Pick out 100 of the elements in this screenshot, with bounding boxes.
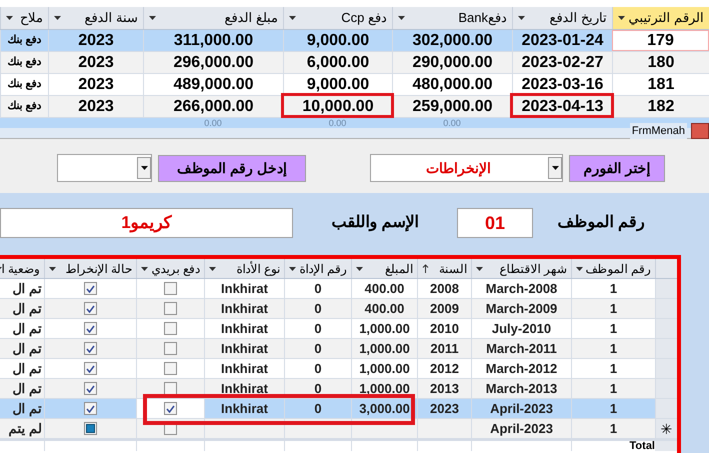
dropdown-arrow-icon[interactable] bbox=[6, 16, 13, 20]
checkbox[interactable] bbox=[84, 302, 97, 315]
table-cell-text: تم ال bbox=[11, 320, 43, 338]
table-cell-text: 3,000.00 bbox=[359, 400, 410, 418]
checkbox[interactable] bbox=[164, 362, 177, 375]
column-header[interactable]: رقم الإداة bbox=[284, 259, 351, 278]
table-cell-text: 0 bbox=[314, 300, 322, 318]
checkbox[interactable] bbox=[164, 402, 177, 415]
table-cell-text: لم يتم bbox=[7, 420, 43, 438]
table-cell-text: April-2023 bbox=[490, 420, 553, 438]
checkbox[interactable] bbox=[164, 282, 177, 295]
table-cell-text: 0 bbox=[314, 280, 322, 298]
dropdown-arrow-icon[interactable] bbox=[140, 166, 148, 170]
dropdown-arrow-icon[interactable] bbox=[476, 266, 483, 270]
table-cell-text: 1 bbox=[610, 360, 618, 378]
new-record-marker: ✳ bbox=[660, 422, 672, 436]
checkbox[interactable] bbox=[84, 382, 97, 395]
full-name-label: الإسم واللقب bbox=[330, 213, 420, 234]
table-cell-text: 266,000.00 bbox=[173, 96, 254, 116]
table-cell-text: Inkhirat bbox=[221, 320, 268, 338]
checkbox[interactable] bbox=[84, 402, 97, 415]
checkbox[interactable] bbox=[84, 342, 97, 355]
checkbox[interactable] bbox=[84, 282, 97, 295]
dropdown-field[interactable]: الإنخراطات bbox=[370, 154, 563, 182]
column-header[interactable]: دفعBank bbox=[392, 7, 512, 29]
table-cell-text: 290,000.00 bbox=[412, 52, 493, 72]
column-header[interactable]: شهر الاقتطاع bbox=[471, 259, 571, 278]
dropdown-arrow-icon[interactable] bbox=[518, 16, 525, 20]
checkbox[interactable] bbox=[84, 422, 97, 435]
table-cell-text: March-2009 bbox=[486, 300, 558, 318]
column-header[interactable]: سنة الدفع bbox=[48, 7, 143, 29]
table-cell-text: 2013 bbox=[430, 380, 459, 398]
total-label: Total bbox=[630, 441, 655, 452]
table-cell-text: 2023 bbox=[78, 96, 114, 116]
table-cell-text: Inkhirat bbox=[221, 400, 268, 418]
dropdown-arrow-icon[interactable] bbox=[356, 266, 363, 270]
full-name-field[interactable]: كريمو1 bbox=[0, 208, 293, 238]
table-cell-text: 1,000.00 bbox=[359, 320, 410, 338]
column-header[interactable]: المبلغ bbox=[351, 259, 417, 278]
table-cell-text: April-2023 bbox=[490, 400, 553, 418]
column-header[interactable]: دفع Ccp bbox=[283, 7, 392, 29]
table-cell-text: 182 bbox=[648, 96, 674, 116]
dropdown-field[interactable] bbox=[57, 154, 152, 182]
dropdown-arrow-icon[interactable] bbox=[552, 166, 558, 170]
dropdown-arrow-icon[interactable] bbox=[141, 266, 148, 270]
checkbox[interactable] bbox=[84, 322, 97, 335]
column-header[interactable]: حالة الإنخراط bbox=[44, 259, 136, 278]
table-cell-text: March-2013 bbox=[486, 380, 558, 398]
table-cell-text: 296,000.00 bbox=[173, 52, 254, 72]
table-cell-text: 2023-01-24 bbox=[522, 30, 604, 50]
dropdown-arrow-icon[interactable] bbox=[398, 16, 405, 20]
column-header[interactable]: تاريخ الدفع bbox=[512, 7, 612, 29]
table-cell-text: 1,000.00 bbox=[359, 360, 410, 378]
table-cell-text: 2023 bbox=[430, 400, 459, 418]
column-header[interactable]: السنة bbox=[417, 259, 471, 278]
column-header[interactable]: رقم الموظف bbox=[571, 259, 655, 278]
column-header[interactable]: ملاح bbox=[0, 7, 48, 29]
dropdown-arrow-icon[interactable] bbox=[49, 266, 56, 270]
table-cell-text: 180 bbox=[648, 52, 674, 72]
table-cell-text: 0 bbox=[314, 340, 322, 358]
column-header[interactable]: نوع الأداة bbox=[204, 259, 284, 278]
checkbox[interactable] bbox=[84, 362, 97, 375]
table-cell-text: تم ال bbox=[11, 300, 43, 318]
checkbox[interactable] bbox=[164, 302, 177, 315]
employee-number-field[interactable]: 01 bbox=[457, 208, 533, 238]
table-cell-text: دفع بنك bbox=[7, 55, 42, 70]
table-cell-text: 9,000.00 bbox=[306, 30, 370, 50]
dropdown-arrow-icon[interactable] bbox=[54, 16, 61, 20]
table-cell-text: تم ال bbox=[11, 400, 43, 418]
dropdown-arrow-icon[interactable] bbox=[618, 16, 625, 20]
table-cell-text: 179 bbox=[647, 30, 674, 50]
dropdown-arrow-icon[interactable] bbox=[289, 266, 296, 270]
field-value: الإنخراطات bbox=[425, 158, 492, 178]
column-header[interactable]: الرقم الترتيبي bbox=[612, 7, 709, 29]
total-cell: 0.00 bbox=[204, 118, 222, 128]
table-cell-text: دفع بنك bbox=[7, 99, 42, 114]
table-cell-text: Inkhirat bbox=[221, 300, 268, 318]
dropdown-arrow-icon[interactable] bbox=[576, 266, 583, 270]
column-header[interactable]: مبلغ الدفع bbox=[143, 7, 283, 29]
table-cell-text: 0 bbox=[314, 380, 322, 398]
dropdown-arrow-icon[interactable] bbox=[149, 16, 156, 20]
table-cell-text: 2011 bbox=[430, 340, 459, 358]
checkbox[interactable] bbox=[164, 322, 177, 335]
table-cell-text: تم ال bbox=[11, 280, 43, 298]
dropdown-arrow-icon[interactable] bbox=[289, 16, 296, 20]
column-header[interactable]: دفع بريدي bbox=[136, 259, 204, 278]
table-cell-text: Inkhirat bbox=[221, 380, 268, 398]
table-cell-text: 2008 bbox=[430, 280, 459, 298]
checkbox[interactable] bbox=[164, 382, 177, 395]
table-cell-text: 181 bbox=[648, 74, 674, 94]
dropdown-arrow-icon[interactable] bbox=[209, 266, 216, 270]
table-cell-text: دفع بنك bbox=[7, 77, 42, 92]
table-cell-text: 9,000.00 bbox=[306, 74, 370, 94]
table-cell-text: 480,000.00 bbox=[412, 74, 493, 94]
table-cell-text: March-2012 bbox=[486, 360, 558, 378]
column-header[interactable]: وضعية ا bbox=[0, 259, 44, 278]
checkbox[interactable] bbox=[164, 342, 177, 355]
table-cell-text: 1 bbox=[610, 280, 618, 298]
table-cell-text: 259,000.00 bbox=[412, 96, 493, 116]
employee-number-label: رقم الموظف bbox=[556, 213, 645, 234]
